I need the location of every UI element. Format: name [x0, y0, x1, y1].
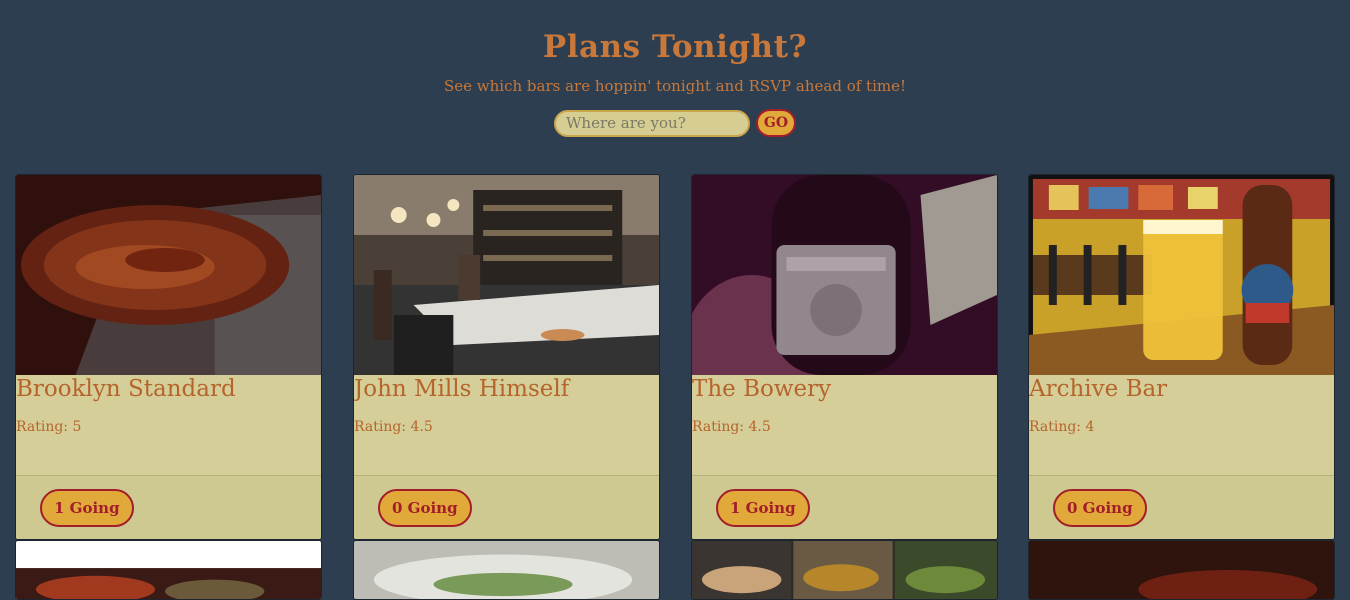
bar-name[interactable]: The Bowery	[692, 375, 997, 403]
card-footer: 0 Going	[354, 475, 659, 539]
card-footer: 1 Going	[692, 475, 997, 539]
food-photo	[692, 541, 997, 599]
bar-card[interactable]: Brooklyn Standard Rating: 5 1 Going	[15, 174, 322, 540]
rsvp-going-button[interactable]: 1 Going	[716, 489, 810, 527]
card-footer: 1 Going	[16, 475, 321, 539]
bar-name[interactable]: Archive Bar	[1029, 375, 1334, 403]
bar-counter-photo	[354, 175, 659, 375]
food-photo	[16, 541, 321, 599]
bar-card[interactable]: John Mills Himself Rating: 4.5 0 Going	[353, 174, 660, 540]
page-header: Plans Tonight? See which bars are hoppin…	[0, 0, 1350, 137]
bar-card[interactable]	[353, 540, 660, 600]
rsvp-going-button[interactable]: 0 Going	[1053, 489, 1147, 527]
bar-card[interactable]	[1028, 540, 1335, 600]
bar-rating: Rating: 4.5	[354, 419, 433, 435]
bar-rating: Rating: 5	[16, 419, 82, 435]
rsvp-going-button[interactable]: 1 Going	[40, 489, 134, 527]
page-subtitle: See which bars are hoppin' tonight and R…	[443, 77, 907, 95]
food-photo	[354, 541, 659, 599]
card-footer: 0 Going	[1029, 475, 1334, 539]
bar-card[interactable]: The Bowery Rating: 4.5 1 Going	[691, 174, 998, 540]
bar-rating: Rating: 4.5	[692, 419, 771, 435]
beer-glass-photo	[1029, 175, 1334, 375]
food-photo	[1029, 541, 1334, 599]
location-search-input[interactable]	[554, 109, 750, 137]
bar-rating: Rating: 4	[1029, 419, 1095, 435]
bar-card[interactable]	[15, 540, 322, 600]
bar-name[interactable]: John Mills Himself	[354, 375, 659, 403]
go-button[interactable]: GO	[756, 109, 796, 137]
page-title: Plans Tonight?	[542, 29, 808, 65]
plate-of-food-photo	[16, 175, 321, 375]
bar-name[interactable]: Brooklyn Standard	[16, 375, 321, 403]
search-bar: GO	[0, 109, 1350, 137]
beer-bottle-photo	[692, 175, 997, 375]
rsvp-going-button[interactable]: 0 Going	[378, 489, 472, 527]
bar-card[interactable]: Archive Bar Rating: 4 0 Going	[1028, 174, 1335, 540]
bar-card[interactable]	[691, 540, 998, 600]
